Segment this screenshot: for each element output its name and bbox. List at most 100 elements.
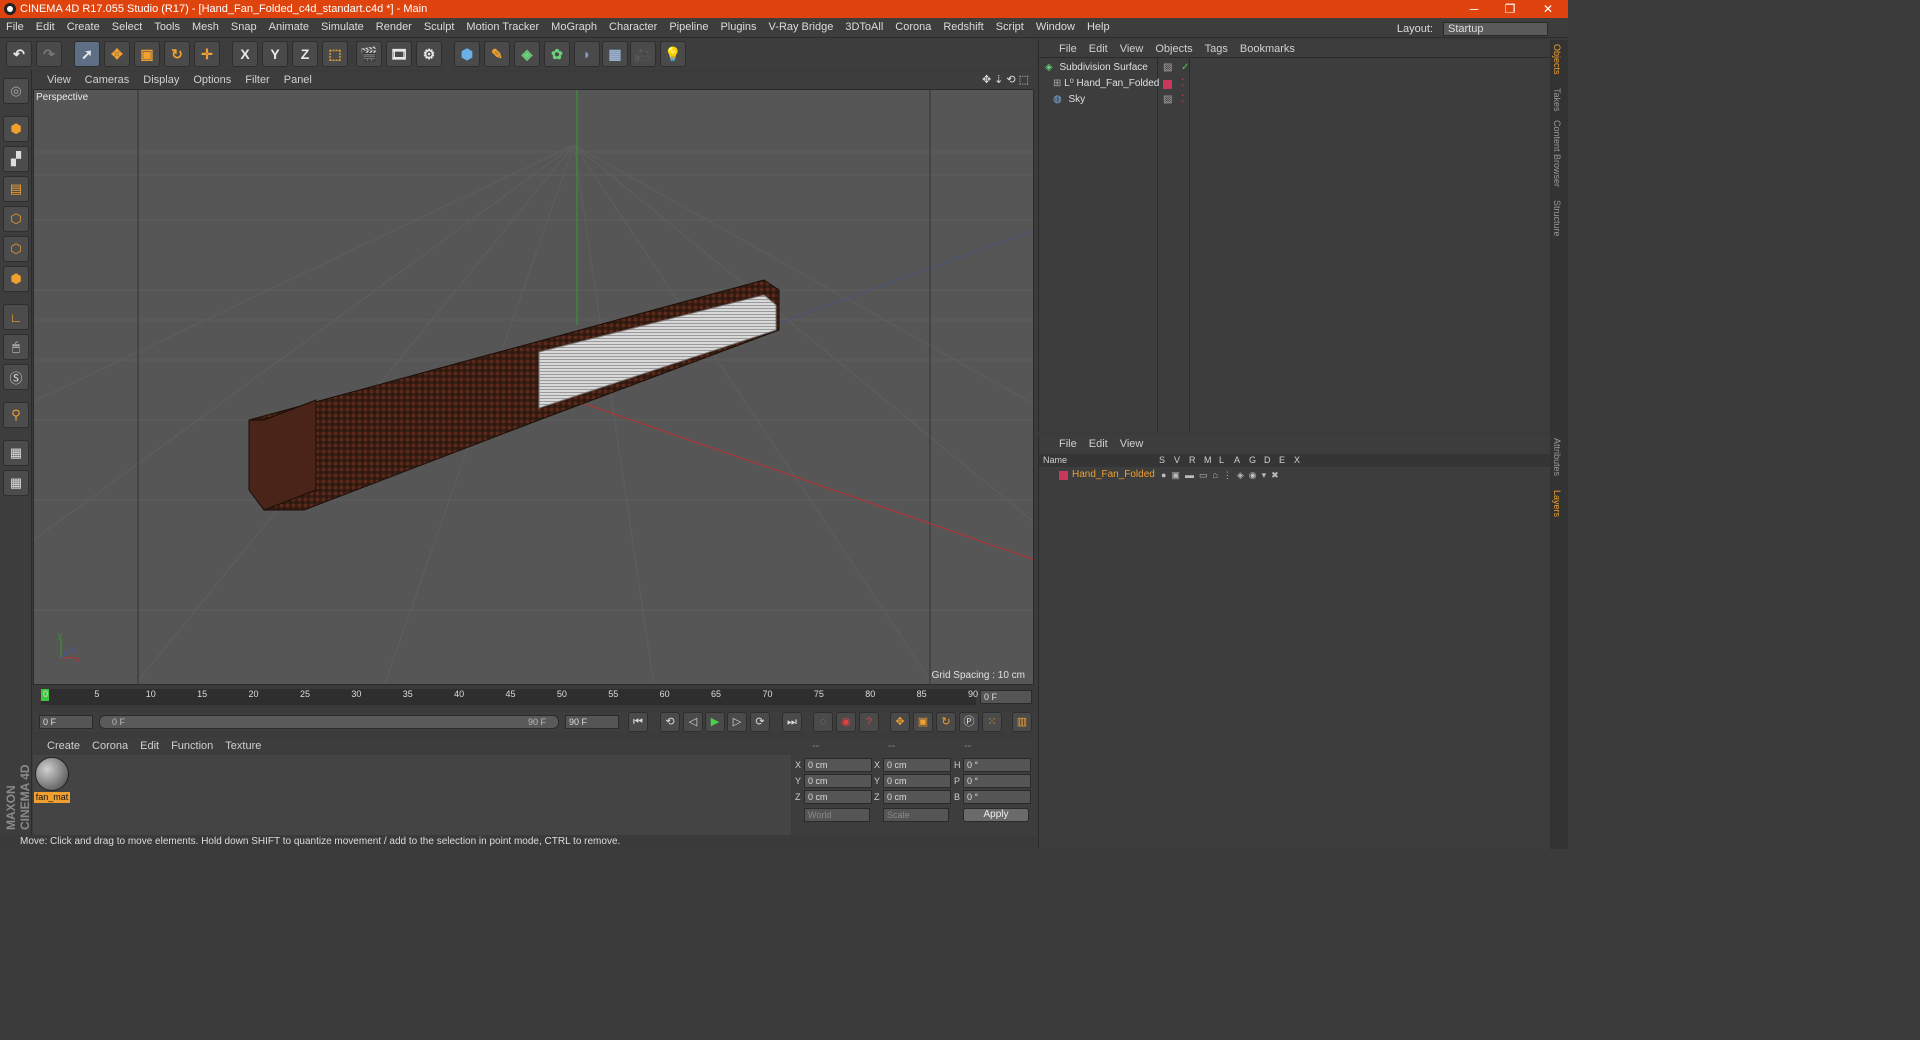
menu-select[interactable]: Select [106, 18, 149, 37]
cube-primitive-icon[interactable]: ⬢ [454, 41, 480, 67]
menu-render[interactable]: Render [370, 18, 418, 37]
layer-color-swatch[interactable] [1059, 471, 1068, 480]
move-tool-icon[interactable]: ✥ [104, 41, 130, 67]
viewport-menu-view[interactable]: View [33, 72, 78, 89]
menu-help[interactable]: Help [1081, 18, 1116, 37]
previous-frame-icon[interactable]: ◁ [683, 712, 703, 732]
rotate-tool-icon[interactable]: ↻ [164, 41, 190, 67]
menu-sculpt[interactable]: Sculpt [418, 18, 461, 37]
coordinate-space-dropdown[interactable]: World [804, 808, 870, 822]
menu-corona[interactable]: Corona [889, 18, 937, 37]
viewport-menu-panel[interactable]: Panel [277, 72, 319, 89]
perspective-viewport[interactable]: y x z Perspective Grid Spacing : 10 cm [33, 89, 1034, 685]
material-menu-texture[interactable]: Texture [219, 738, 267, 755]
menu-redshift[interactable]: Redshift [937, 18, 989, 37]
next-frame-icon[interactable]: ▷ [727, 712, 747, 732]
light-icon[interactable]: 💡 [660, 41, 686, 67]
tab-attributes[interactable]: Attributes [1552, 438, 1562, 476]
rotation-b-field[interactable]: 0 ° [963, 790, 1031, 804]
scale-key-icon[interactable]: ▣ [913, 712, 933, 732]
world-coordinates-icon[interactable]: ⬚ [322, 41, 348, 67]
position-y-field[interactable]: 0 cm [804, 774, 872, 788]
tab-objects[interactable]: Objects [1552, 44, 1562, 75]
layout-dropdown[interactable]: Startup [1443, 22, 1548, 37]
scale-tool-icon[interactable]: ▣ [134, 41, 160, 67]
expand-icon[interactable]: ⊞ [1053, 78, 1061, 89]
menu-3dtoall[interactable]: 3DToAll [839, 18, 889, 37]
layer-menu-edit[interactable]: Edit [1083, 435, 1114, 453]
array-generator-icon[interactable]: ✿ [544, 41, 570, 67]
menu-create[interactable]: Create [61, 18, 106, 37]
material-menu-function[interactable]: Function [165, 738, 219, 755]
frame-range-slider[interactable]: 0 F 90 F [99, 715, 559, 729]
grid-snap-icon[interactable]: ▦ [3, 470, 29, 496]
parameter-key-icon[interactable]: Ⓟ [959, 712, 979, 732]
viewport-menu-filter[interactable]: Filter [238, 72, 276, 89]
layer-row[interactable]: Hand_Fan_Folded ●▣▬▭⌂⋮◈◉▾✖ [1039, 467, 1551, 483]
menu-character[interactable]: Character [603, 18, 663, 37]
x-axis-lock-button[interactable]: X [232, 41, 258, 67]
workplane-mode-icon[interactable]: ▤ [3, 176, 29, 202]
enabled-check-icon[interactable]: ✓ [1181, 60, 1189, 76]
material-menu-create[interactable]: Create [33, 738, 86, 755]
menu-snap[interactable]: Snap [225, 18, 263, 37]
render-settings-icon[interactable]: ⚙ [416, 41, 442, 67]
tab-content-browser[interactable]: Content Browser [1552, 120, 1562, 187]
object-menu-view[interactable]: View [1114, 40, 1150, 58]
z-axis-lock-button[interactable]: Z [292, 41, 318, 67]
menu-plugins[interactable]: Plugins [714, 18, 762, 37]
tab-structure[interactable]: Structure [1552, 200, 1562, 237]
object-menu-objects[interactable]: Objects [1149, 40, 1198, 58]
magnet-icon[interactable]: ⚲ [3, 402, 29, 428]
points-mode-icon[interactable]: ⬡ [3, 206, 29, 232]
object-menu-tags[interactable]: Tags [1199, 40, 1234, 58]
visibility-toggle-icon[interactable]: ▨ [1163, 60, 1172, 76]
menu-motion-tracker[interactable]: Motion Tracker [460, 18, 545, 37]
tweak-mode-icon[interactable]: 🖱 [3, 334, 29, 360]
restore-button[interactable]: ❐ [1492, 0, 1528, 18]
edges-mode-icon[interactable]: ⬡ [3, 236, 29, 262]
menu-file[interactable]: File [0, 18, 30, 37]
point-level-key-icon[interactable]: ⁙ [982, 712, 1002, 732]
model-mode-icon[interactable]: ⬢ [3, 116, 29, 142]
menu-pipeline[interactable]: Pipeline [663, 18, 714, 37]
next-key-icon[interactable]: ⟳ [750, 712, 770, 732]
end-frame-field[interactable]: 90 F [565, 715, 619, 729]
timeline-window-icon[interactable]: ▥ [1012, 712, 1032, 732]
rotation-key-icon[interactable]: ↻ [936, 712, 956, 732]
material-menu-corona[interactable]: Corona [86, 738, 134, 755]
axis-mode-icon[interactable]: ∟ [3, 304, 29, 330]
viewport-menu-options[interactable]: Options [186, 72, 238, 89]
material-name-label[interactable]: fan_mat [34, 792, 70, 803]
previous-key-icon[interactable]: ⟲ [660, 712, 680, 732]
material-menu-edit[interactable]: Edit [134, 738, 165, 755]
polygons-mode-icon[interactable]: ⬢ [3, 266, 29, 292]
apply-button[interactable]: Apply [963, 808, 1029, 822]
menu-simulate[interactable]: Simulate [315, 18, 370, 37]
menu-window[interactable]: Window [1030, 18, 1081, 37]
size-x-field[interactable]: 0 cm [883, 758, 951, 772]
undo-icon[interactable]: ↶ [6, 41, 32, 67]
keyframe-selection-icon[interactable]: ? [859, 712, 879, 732]
go-to-end-icon[interactable]: ⏭ [782, 712, 802, 732]
snapping-icon[interactable]: Ⓢ [3, 364, 29, 390]
menu-vray-bridge[interactable]: V-Ray Bridge [763, 18, 840, 37]
tab-takes[interactable]: Takes [1552, 88, 1562, 112]
position-x-field[interactable]: 0 cm [804, 758, 872, 772]
rotation-p-field[interactable]: 0 ° [963, 774, 1031, 788]
timeline-ruler[interactable]: 0 5 10 15 20 25 30 35 40 45 50 55 60 65 70 75 80 85 90 0 F [33, 686, 1036, 708]
texture-mode-icon[interactable]: ▞ [3, 146, 29, 172]
start-frame-field[interactable]: 0 F [39, 715, 93, 729]
material-thumbnail[interactable] [35, 757, 69, 791]
menu-script[interactable]: Script [990, 18, 1030, 37]
menu-edit[interactable]: Edit [30, 18, 61, 37]
position-z-field[interactable]: 0 cm [804, 790, 872, 804]
size-z-field[interactable]: 0 cm [883, 790, 951, 804]
viewport-menu-cameras[interactable]: Cameras [78, 72, 137, 89]
layer-name[interactable]: Hand_Fan_Folded [1072, 467, 1155, 483]
camera-icon[interactable]: 🎥 [630, 41, 656, 67]
object-row-subdivision[interactable]: ◈ Subdivision Surface ▨ ✓ [1045, 60, 1545, 76]
menu-animate[interactable]: Animate [263, 18, 315, 37]
spline-pen-icon[interactable]: ✎ [484, 41, 510, 67]
close-button[interactable]: ✕ [1530, 0, 1566, 18]
